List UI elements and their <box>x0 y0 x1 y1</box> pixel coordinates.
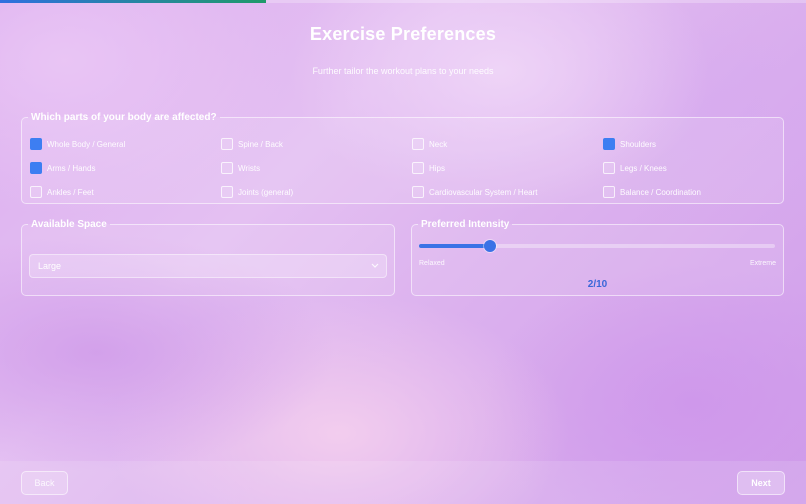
body-part-checkbox[interactable] <box>30 138 42 150</box>
body-part-label: Legs / Knees <box>620 163 667 173</box>
body-part-checkbox[interactable] <box>30 186 42 198</box>
intensity-slider-fill <box>419 244 491 248</box>
body-part-label: Spine / Back <box>238 139 283 149</box>
body-part-checkbox[interactable] <box>221 186 233 198</box>
body-part-option[interactable]: Wrists <box>221 160 260 176</box>
body-part-option[interactable]: Whole Body / General <box>30 136 125 152</box>
body-part-option[interactable]: Joints (general) <box>221 184 293 200</box>
body-parts-legend: Which parts of your body are affected? <box>31 112 217 123</box>
body-parts-grid: Whole Body / General Spine / Back Neck Shou… <box>22 123 783 207</box>
body-part-checkbox[interactable] <box>603 186 615 198</box>
body-part-label: Arms / Hands <box>47 163 96 173</box>
progress-fill <box>0 0 266 3</box>
page-subtitle: Further tailor the workout plans to your… <box>312 66 494 76</box>
chevron-down-icon <box>371 263 379 268</box>
body-part-checkbox[interactable] <box>221 162 233 174</box>
body-part-label: Shoulders <box>620 139 657 149</box>
intensity-min-label: Relaxed <box>419 260 445 267</box>
available-space-panel: Available Space Large <box>21 219 395 296</box>
body-part-option[interactable]: Balance / Coordination <box>603 184 701 200</box>
body-part-option[interactable]: Hips <box>412 160 445 176</box>
body-part-label: Hips <box>429 163 446 173</box>
body-part-checkbox[interactable] <box>412 186 424 198</box>
available-space-legend: Available Space <box>31 219 107 230</box>
intensity-max-label: Extreme <box>749 260 776 267</box>
body-part-label: Ankles / Feet <box>47 187 94 197</box>
body-part-option[interactable]: Spine / Back <box>221 136 283 152</box>
preferred-intensity-legend: Preferred Intensity <box>421 219 510 230</box>
available-space-select[interactable]: Large <box>29 254 387 278</box>
body-part-label: Balance / Coordination <box>620 187 701 197</box>
progress-track <box>0 0 806 3</box>
body-part-label: Cardiovascular System / Heart <box>429 187 538 197</box>
body-part-option[interactable]: Ankles / Feet <box>30 184 94 200</box>
next-button[interactable]: Next <box>737 471 785 495</box>
available-space-value: Large <box>38 261 62 271</box>
back-button[interactable]: Back <box>21 471 68 495</box>
body-part-option[interactable]: Legs / Knees <box>603 160 667 176</box>
body-part-option[interactable]: Shoulders <box>603 136 656 152</box>
body-part-checkbox[interactable] <box>412 138 424 150</box>
body-part-checkbox[interactable] <box>221 138 233 150</box>
body-part-checkbox[interactable] <box>603 138 615 150</box>
body-part-label: Neck <box>429 139 448 149</box>
intensity-slider-thumb[interactable] <box>484 240 497 252</box>
page-title: Exercise Preferences <box>309 24 497 44</box>
body-part-option[interactable]: Neck <box>412 136 447 152</box>
body-part-checkbox[interactable] <box>603 162 615 174</box>
intensity-value: 2/10 <box>587 279 608 290</box>
body-part-label: Whole Body / General <box>47 139 126 149</box>
body-part-option[interactable]: Arms / Hands <box>30 160 95 176</box>
body-part-checkbox[interactable] <box>412 162 424 174</box>
intensity-slider[interactable] <box>419 240 775 252</box>
body-part-option[interactable]: Cardiovascular System / Heart <box>412 184 537 200</box>
footer-bar: Back Next <box>0 461 806 504</box>
preferred-intensity-panel: Preferred Intensity Relaxed Extreme 2/10 <box>411 219 784 296</box>
body-parts-panel: Which parts of your body are affected? W… <box>21 112 784 204</box>
body-part-label: Wrists <box>238 163 261 173</box>
body-part-label: Joints (general) <box>238 187 294 197</box>
body-part-checkbox[interactable] <box>30 162 42 174</box>
